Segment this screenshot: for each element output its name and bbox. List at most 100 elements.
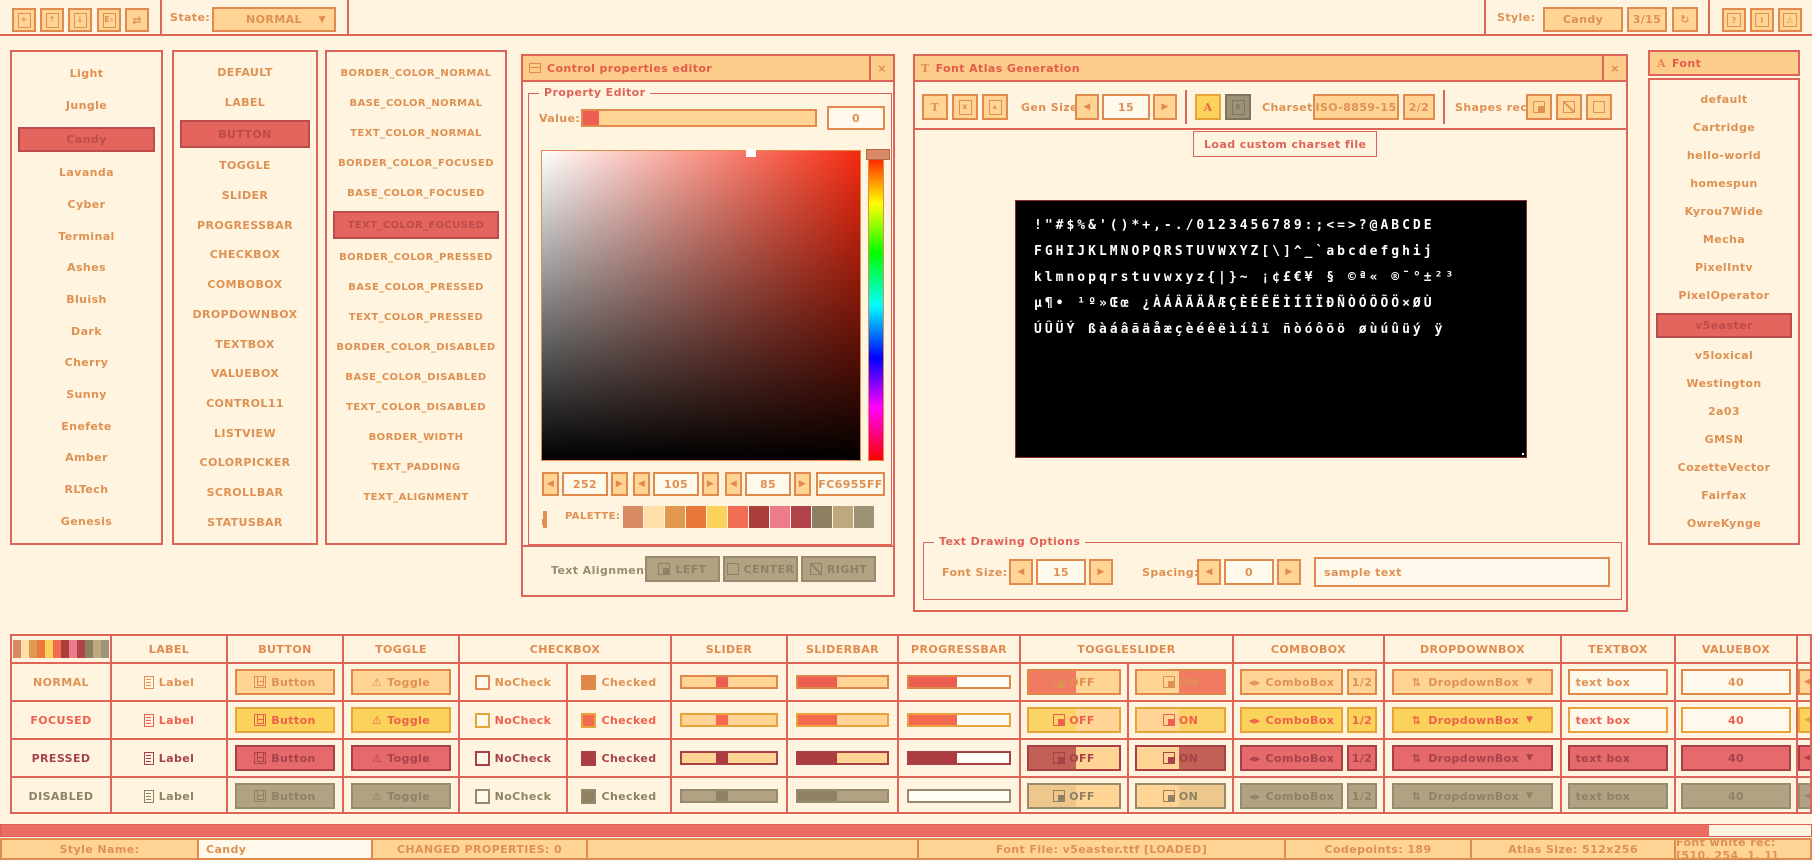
demo-slider[interactable] — [680, 789, 778, 803]
palette-swatch[interactable] — [812, 506, 832, 528]
charset-page-button[interactable]: 2/2 — [1403, 94, 1435, 120]
color-picker-panel[interactable] — [541, 150, 861, 461]
control-list-item[interactable]: VALUEBOX — [180, 362, 310, 386]
demo-toggleslider-off[interactable]: OFF — [1027, 707, 1120, 733]
blue-value-box[interactable]: 85 — [745, 472, 791, 496]
demo-toggle[interactable]: ⚠Toggle — [351, 783, 451, 809]
control-list-item[interactable]: CONTROL11 — [180, 392, 310, 416]
demo-combobox[interactable]: ◂▸ComboBox1/2 — [1240, 707, 1377, 733]
help-button[interactable]: ? — [1722, 8, 1746, 32]
green-decrement-arrow[interactable]: ◀ — [633, 472, 650, 496]
demo-button[interactable]: Button — [235, 745, 335, 771]
gen-size-value-box[interactable]: 15 — [1102, 94, 1150, 120]
font-list-item[interactable]: 2a03 — [1656, 400, 1792, 422]
state-dropdown[interactable]: NORMAL ▼ — [212, 7, 336, 32]
demo-textbox[interactable]: text box — [1568, 707, 1669, 733]
style-list-item[interactable]: Genesis — [18, 511, 155, 532]
font-list-item[interactable]: default — [1656, 89, 1792, 111]
style-list-item[interactable]: Cyber — [18, 194, 155, 215]
gen-size-increment-arrow[interactable]: ▶ — [1153, 94, 1177, 120]
control-list-item[interactable]: STATUSBAR — [180, 510, 310, 534]
demo-toggleslider-on[interactable]: ON — [1135, 707, 1226, 733]
bottom-scrollbar[interactable] — [0, 824, 1812, 837]
control-list-item[interactable]: SLIDER — [180, 184, 310, 208]
style-list-item[interactable]: Amber — [18, 448, 155, 469]
color-picker-cursor[interactable] — [746, 149, 756, 157]
red-decrement-arrow[interactable]: ◀ — [542, 472, 559, 496]
demo-textbox[interactable]: text box — [1568, 783, 1669, 809]
demo-sliderbar[interactable] — [796, 675, 890, 689]
palette-swatch[interactable] — [833, 506, 853, 528]
demo-toggleslider-on[interactable]: ON — [1135, 669, 1226, 695]
green-value-box[interactable]: 105 — [653, 472, 699, 496]
demo-valuebox[interactable]: 40 — [1681, 745, 1791, 771]
demo-valuebox[interactable]: 40 — [1681, 783, 1791, 809]
font-size-decrement-arrow[interactable]: ◀ — [1009, 559, 1033, 585]
demo-combobox[interactable]: ◂▸ComboBox1/2 — [1240, 783, 1377, 809]
demo-checkbox-on[interactable]: Checked — [581, 789, 656, 804]
style-list-item[interactable]: Ashes — [18, 258, 155, 279]
combo-counter[interactable]: 1/2 — [1347, 669, 1377, 695]
demo-dropdownbox[interactable]: ⇅DropdownBox▼ — [1392, 707, 1553, 733]
demo-toggleslider-on[interactable]: ON — [1135, 745, 1226, 771]
property-list-item[interactable]: TEXT_COLOR_PRESSED — [333, 305, 499, 329]
issue-button[interactable]: ⚠ — [1778, 8, 1802, 32]
unload-font-button[interactable]: x — [952, 94, 978, 120]
control-list-item[interactable]: TOGGLE — [180, 154, 310, 178]
palette-swatch[interactable] — [686, 506, 706, 528]
custom-charset-button[interactable]: x — [1225, 94, 1251, 120]
demo-valuebox[interactable]: 40 — [1681, 669, 1791, 695]
align-right-button[interactable]: RIGHT — [801, 556, 876, 582]
property-list-item[interactable]: BASE_COLOR_DISABLED — [333, 365, 499, 389]
demo-button[interactable]: Button — [235, 669, 335, 695]
gen-size-decrement-arrow[interactable]: ◀ — [1075, 94, 1099, 120]
control-list-item[interactable]: LABEL — [180, 91, 310, 115]
combo-counter[interactable]: 1/2 — [1347, 783, 1377, 809]
demo-checkbox-on[interactable]: Checked — [581, 675, 656, 690]
charset-value-button[interactable]: ISO-8859-15 — [1313, 94, 1399, 120]
font-list-item[interactable]: Cartridge — [1656, 117, 1792, 139]
sample-text-input[interactable]: sample text — [1314, 557, 1610, 587]
slider-knob[interactable] — [716, 677, 728, 687]
font-list-item[interactable]: homespun — [1656, 173, 1792, 195]
spacing-value-box[interactable]: 0 — [1224, 559, 1274, 585]
control-list-item[interactable]: LISTVIEW — [180, 421, 310, 445]
demo-textbox[interactable]: text box — [1568, 745, 1669, 771]
palette-swatch[interactable] — [665, 506, 685, 528]
properties-editor-titlebar[interactable]: Control properties editor × — [523, 56, 893, 82]
close-icon[interactable]: × — [1602, 56, 1626, 80]
bottom-scrollbar-fill[interactable] — [1, 825, 1709, 836]
demo-checkbox-on[interactable]: Checked — [581, 713, 656, 728]
demo-button[interactable]: Button — [235, 783, 335, 809]
control-list-item[interactable]: PROGRESSBAR — [180, 213, 310, 237]
font-list-item[interactable]: OwreKynge — [1656, 512, 1792, 534]
palette-swatch[interactable] — [749, 506, 769, 528]
property-list-item[interactable]: TEXT_COLOR_NORMAL — [333, 121, 499, 145]
load-font-button[interactable]: T — [922, 94, 948, 120]
demo-spinner-clipped[interactable]: ◀ — [1798, 745, 1812, 771]
control-list-item[interactable]: TEXTBOX — [180, 332, 310, 356]
shapes-diagonal-button[interactable] — [1556, 94, 1582, 120]
property-list-item[interactable]: TEXT_COLOR_DISABLED — [333, 395, 499, 419]
demo-toggle[interactable]: ⚠Toggle — [351, 669, 451, 695]
property-list-item[interactable]: TEXT_ALIGNMENT — [333, 485, 499, 509]
demo-dropdownbox[interactable]: ⇅DropdownBox▼ — [1392, 669, 1553, 695]
property-list-item[interactable]: BASE_COLOR_PRESSED — [333, 275, 499, 299]
demo-dropdownbox[interactable]: ⇅DropdownBox▼ — [1392, 745, 1553, 771]
demo-combobox[interactable]: ◂▸ComboBox1/2 — [1240, 745, 1377, 771]
property-list-item[interactable]: BASE_COLOR_FOCUSED — [333, 181, 499, 205]
property-list-item[interactable]: BORDER_COLOR_FOCUSED — [333, 151, 499, 175]
control-list-item[interactable]: DROPDOWNBOX — [180, 303, 310, 327]
combo-counter[interactable]: 1/2 — [1347, 707, 1377, 733]
demo-slider[interactable] — [680, 751, 778, 765]
export-atlas-button[interactable]: ▴ — [982, 94, 1008, 120]
style-list-item[interactable]: Jungle — [18, 95, 155, 116]
slider-knob[interactable] — [716, 715, 728, 725]
demo-toggleslider-off[interactable]: OFF — [1027, 745, 1120, 771]
style-name-button[interactable]: Candy — [1543, 7, 1623, 32]
demo-spinner-clipped[interactable]: ◀ — [1798, 707, 1812, 733]
font-atlas-titlebar[interactable]: T Font Atlas Generation × — [915, 56, 1626, 82]
font-list-item[interactable]: GMSN — [1656, 428, 1792, 450]
demo-checkbox-off[interactable]: NoCheck — [475, 713, 552, 728]
demo-combobox[interactable]: ◂▸ComboBox1/2 — [1240, 669, 1377, 695]
